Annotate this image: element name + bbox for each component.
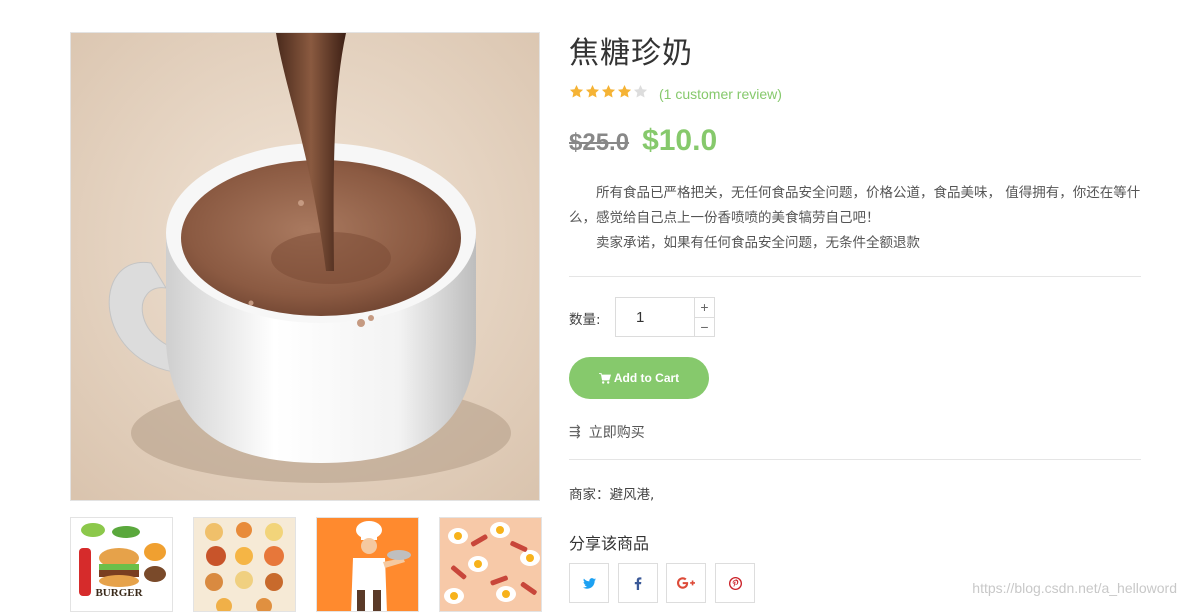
- star-filled-icon: [601, 84, 616, 98]
- star-filled-icon: [585, 84, 600, 98]
- product-main-image[interactable]: [70, 32, 540, 501]
- product-description: 所有食品已严格把关，无任何食品安全问题，价格公道，食品美味， 值得拥有，你还在等…: [569, 181, 1141, 256]
- buy-now-link[interactable]: ⇶ 立即购买: [569, 422, 645, 442]
- description-paragraph: 所有食品已严格把关，无任何食品安全问题，价格公道，食品美味， 值得拥有，你还在等…: [569, 185, 1141, 226]
- price-row: $25.0 $10.0: [569, 124, 717, 158]
- add-to-cart-button[interactable]: Add to Cart: [569, 357, 709, 399]
- share-pinterest-button[interactable]: [715, 563, 755, 603]
- coffee-cup-image: [71, 33, 539, 500]
- product-title: 焦糖珍奶: [569, 36, 693, 71]
- watermark: https://blog.csdn.net/a_helloword: [972, 580, 1177, 596]
- thumbnail-chef[interactable]: [316, 517, 419, 612]
- chef-illustration: [317, 518, 418, 611]
- burger-label: BURGER: [95, 587, 143, 599]
- add-to-cart-label: Add to Cart: [613, 371, 680, 385]
- pinterest-icon: [728, 576, 742, 590]
- buy-now-label: 立即购买: [588, 425, 645, 441]
- quantity-label: 数量:: [569, 312, 601, 328]
- share-title: 分享该商品: [569, 534, 650, 553]
- google-plus-icon: [677, 577, 695, 589]
- share-facebook-button[interactable]: [618, 563, 658, 603]
- divider: [569, 276, 1141, 277]
- egg-bacon-pattern: [440, 518, 541, 611]
- thumbnail-egg-bacon[interactable]: [439, 517, 542, 612]
- thumbnail-food-dishes[interactable]: [193, 517, 296, 612]
- quantity-decrease-button[interactable]: −: [695, 316, 714, 337]
- merchant-info: 商家：避风港,: [569, 487, 655, 503]
- quantity-increase-button[interactable]: +: [695, 298, 714, 317]
- quantity-buttons: + −: [694, 298, 714, 336]
- rating-row: (1 customer review): [569, 84, 782, 104]
- quantity-stepper[interactable]: + −: [615, 297, 715, 337]
- twitter-icon: [582, 577, 596, 589]
- share-twitter-button[interactable]: [569, 563, 609, 603]
- food-dishes-illustration: [194, 518, 295, 611]
- description-guarantee: 卖家承诺，如果有任何食品安全问题，无条件全额退款: [596, 235, 920, 251]
- burger-illustration: BURGER: [71, 518, 172, 611]
- buy-now-icon: ⇶: [569, 424, 581, 440]
- star-filled-icon: [569, 84, 584, 98]
- star-filled-icon: [617, 84, 632, 98]
- facebook-icon: [634, 576, 642, 590]
- star-empty-icon: [633, 84, 648, 98]
- thumbnail-burger[interactable]: BURGER: [70, 517, 173, 612]
- share-google-plus-button[interactable]: [666, 563, 706, 603]
- old-price: $25.0: [569, 129, 630, 156]
- rating-stars: [569, 84, 649, 104]
- customer-review-link[interactable]: (1 customer review): [659, 86, 782, 102]
- cart-icon: [598, 372, 611, 384]
- quantity-input[interactable]: [616, 298, 694, 336]
- new-price: $10.0: [642, 124, 718, 157]
- divider: [569, 459, 1141, 460]
